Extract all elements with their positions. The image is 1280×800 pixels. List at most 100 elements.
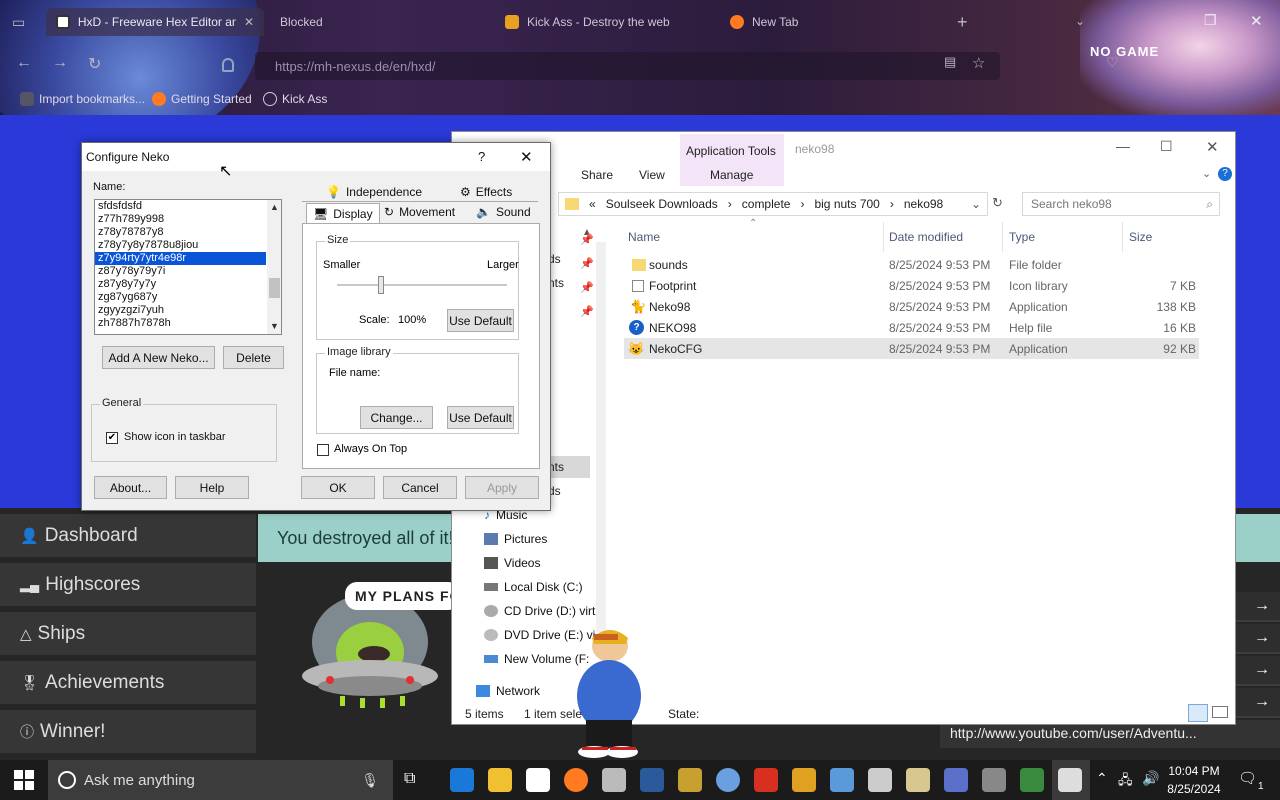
neko-list-item[interactable]: z77h789y998 <box>95 213 266 226</box>
file-row[interactable]: ? NEKO98 8/25/2024 9:53 PM Help file 16 … <box>624 317 1199 338</box>
add-neko-button[interactable]: Add A New Neko... <box>102 346 215 369</box>
details-view-icon[interactable] <box>1188 704 1208 722</box>
list-tabs-chevron-icon[interactable]: ⌄ <box>1075 14 1085 28</box>
tab-share[interactable]: Share <box>581 168 613 182</box>
help-icon[interactable]: ? <box>1218 167 1232 181</box>
pocket-icon[interactable]: ♡ <box>1106 54 1119 71</box>
refresh-icon[interactable]: ↻ <box>992 195 1003 211</box>
nav-item-cd-drive[interactable]: CD Drive (D:) virt <box>484 604 595 618</box>
nav-item-network[interactable]: Network <box>476 684 540 698</box>
address-bar[interactable]: « Soulseek Downloads › complete › big nuts… <box>558 192 988 216</box>
app-icon[interactable] <box>944 768 968 792</box>
neko-list-item[interactable]: z78y7y8y7878u8jiou <box>95 239 266 252</box>
neko-list-item[interactable]: z87y78y79y7i <box>95 265 266 278</box>
app-icon[interactable] <box>868 768 892 792</box>
neko-list-item[interactable]: zgyyzgzi7yuh <box>95 304 266 317</box>
store-icon[interactable] <box>526 768 550 792</box>
back-arrow-icon[interactable]: ← <box>16 54 32 72</box>
nav-item-local-disk[interactable]: Local Disk (C:) <box>484 580 583 594</box>
column-header-date[interactable]: Date modified <box>889 230 963 244</box>
app-icon[interactable] <box>716 768 740 792</box>
url-bar[interactable]: https://mh-nexus.de/en/hxd/ <box>255 52 1000 80</box>
file-explorer-icon[interactable] <box>488 768 512 792</box>
file-row-selected[interactable]: 😺 NekoCFG 8/25/2024 9:53 PM Application … <box>624 338 1199 359</box>
maximize-icon[interactable]: ❐ <box>1204 12 1217 29</box>
bookmark-getting-started[interactable]: Getting Started <box>152 92 252 106</box>
scroll-down-icon[interactable]: ▼ <box>270 321 279 331</box>
column-header-type[interactable]: Type <box>1009 230 1035 244</box>
tab-blocked[interactable]: Blocked <box>270 8 490 36</box>
scroll-up-icon[interactable]: ▲ <box>270 202 279 212</box>
tab-view[interactable]: View <box>639 168 665 182</box>
image-use-default-button[interactable]: Use Default <box>447 406 514 429</box>
cancel-button[interactable]: Cancel <box>383 476 457 499</box>
clock[interactable]: 10:04 PM 8/25/2024 <box>1162 762 1226 798</box>
app-icon[interactable] <box>1020 768 1044 792</box>
tab-movement[interactable]: ↻ Movement <box>384 205 455 219</box>
sidebar-item-highscores[interactable]: ▂▄ Highscores <box>0 563 256 609</box>
app-icon[interactable] <box>602 768 626 792</box>
firefox-icon[interactable] <box>564 768 588 792</box>
size-slider-thumb[interactable] <box>378 276 384 294</box>
neko-list-item[interactable]: z7y94rty7ytr4e98r <box>95 252 266 265</box>
file-row[interactable]: Footprint 8/25/2024 9:53 PM Icon library… <box>624 275 1199 296</box>
neko-list-item[interactable]: sfdsfdsfd <box>95 200 266 213</box>
neko-list-item[interactable]: zg87yg687y <box>95 291 266 304</box>
minimize-icon[interactable]: — <box>1116 138 1130 154</box>
size-use-default-button[interactable]: Use Default <box>447 309 514 332</box>
tab-hxd[interactable]: HxD - Freeware Hex Editor and ... ✕ <box>46 8 264 36</box>
file-row[interactable]: 🐈 Neko98 8/25/2024 9:53 PM Application 1… <box>624 296 1199 317</box>
close-tab-icon[interactable]: ✕ <box>244 15 254 29</box>
column-header-name[interactable]: Name <box>628 230 660 244</box>
bookmark-kickass[interactable]: Kick Ass <box>263 92 327 106</box>
close-icon[interactable]: ✕ <box>520 148 533 166</box>
app-icon[interactable] <box>830 768 854 792</box>
breadcrumb-item[interactable]: neko98 <box>904 197 943 211</box>
size-slider-track[interactable] <box>337 284 507 286</box>
show-icon-checkbox[interactable]: ✔ <box>106 432 118 444</box>
sidebar-item-achievements[interactable]: 🎖 Achievements <box>0 661 256 707</box>
nav-item-pictures[interactable]: Pictures <box>484 532 547 546</box>
close-icon[interactable]: ✕ <box>1206 138 1219 156</box>
tray-chevron-up-icon[interactable]: ⌃ <box>1096 770 1108 787</box>
sidebar-item-ships[interactable]: △ Ships <box>0 612 256 658</box>
chevron-down-icon[interactable]: ⌄ <box>971 197 981 211</box>
about-button[interactable]: About... <box>94 476 167 499</box>
taskbar-search[interactable]: Ask me anything 🎙 <box>48 760 393 800</box>
app-icon[interactable] <box>906 768 930 792</box>
new-tab-plus-icon[interactable]: + <box>957 12 968 33</box>
help-icon[interactable]: ? <box>478 149 485 164</box>
help-button[interactable]: Help <box>175 476 249 499</box>
change-button[interactable]: Change... <box>360 406 433 429</box>
large-icons-view-icon[interactable] <box>1212 706 1228 718</box>
bookmark-star-icon[interactable]: ☆ <box>972 54 985 72</box>
tab-new[interactable]: New Tab <box>720 8 940 36</box>
volume-icon[interactable]: 🔊 <box>1142 770 1159 787</box>
bookmark-import[interactable]: Import bookmarks... <box>20 92 145 106</box>
ok-button[interactable]: OK <box>301 476 375 499</box>
nav-item-videos[interactable]: Videos <box>484 556 540 570</box>
file-row[interactable]: sounds 8/25/2024 9:53 PM File folder <box>624 254 1199 275</box>
tab-kickass[interactable]: Kick Ass - Destroy the web <box>495 8 715 36</box>
edge-icon[interactable] <box>450 768 474 792</box>
task-view-icon[interactable]: ⧉ <box>404 770 415 788</box>
tab-display[interactable]: 🖥 Display <box>306 203 380 223</box>
search-input[interactable]: Search neko98 ⌕ <box>1022 192 1220 216</box>
app-icon[interactable] <box>754 768 778 792</box>
tab-manage[interactable]: Manage <box>710 168 753 182</box>
breadcrumb-item[interactable]: complete <box>742 197 791 211</box>
expand-ribbon-icon[interactable]: ⌄ <box>1202 167 1211 180</box>
nav-scrollbar[interactable] <box>596 242 606 632</box>
list-scrollbar[interactable]: ▲ ▼ <box>267 200 281 334</box>
forward-arrow-icon[interactable]: → <box>52 54 68 72</box>
tab-independence[interactable]: 💡 Independence <box>326 185 422 199</box>
reload-icon[interactable]: ↻ <box>88 54 101 74</box>
tab-sound[interactable]: 🔈 Sound <box>476 205 531 219</box>
start-windows-icon[interactable] <box>14 770 34 790</box>
neko-list-item[interactable]: z78y78787y8 <box>95 226 266 239</box>
always-on-top-checkbox[interactable] <box>317 444 329 456</box>
app-icon[interactable] <box>678 768 702 792</box>
neko-list-item[interactable]: zh7887h7878h <box>95 317 266 330</box>
app-icon[interactable] <box>792 768 816 792</box>
maximize-icon[interactable]: ☐ <box>1160 138 1173 155</box>
